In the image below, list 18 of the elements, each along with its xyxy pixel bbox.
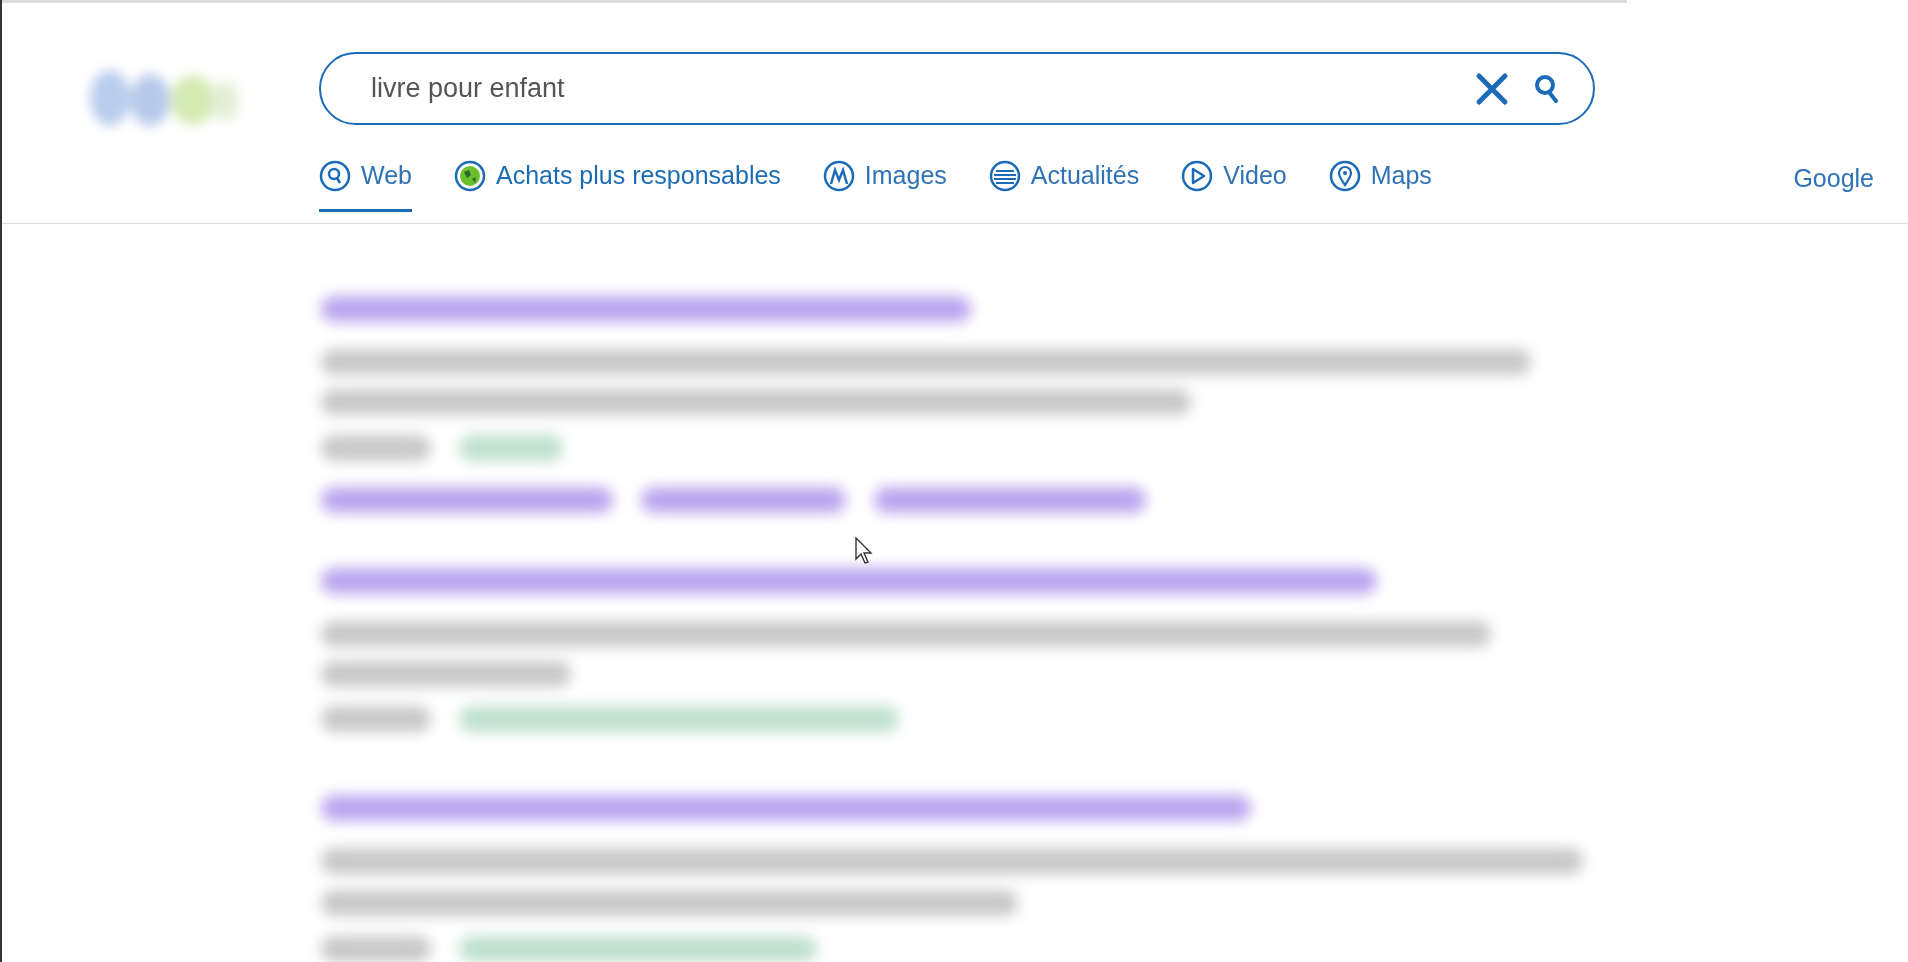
search-icon [1533, 73, 1561, 104]
map-pin-icon [1328, 159, 1361, 192]
news-icon [988, 159, 1021, 192]
search-field[interactable]: livre pour enfant [369, 67, 1471, 110]
search-tab[interactable]: Web [319, 157, 412, 212]
search-tab[interactable]: Actualités [988, 157, 1140, 212]
search-tab[interactable]: Achats plus responsables [453, 157, 781, 212]
search-tab[interactable]: Images [822, 157, 947, 212]
search-icon [319, 159, 351, 192]
search-tab[interactable]: Video [1181, 157, 1287, 212]
play-icon [1181, 159, 1214, 192]
mountain-icon [822, 159, 855, 192]
search-tab[interactable]: Maps [1328, 157, 1432, 212]
search-engine-link[interactable]: Google [1793, 160, 1874, 212]
globe-icon [453, 159, 486, 192]
search-bar[interactable]: livre pour enfant [319, 52, 1595, 125]
close-icon [1475, 71, 1509, 106]
cursor-icon [855, 537, 873, 565]
